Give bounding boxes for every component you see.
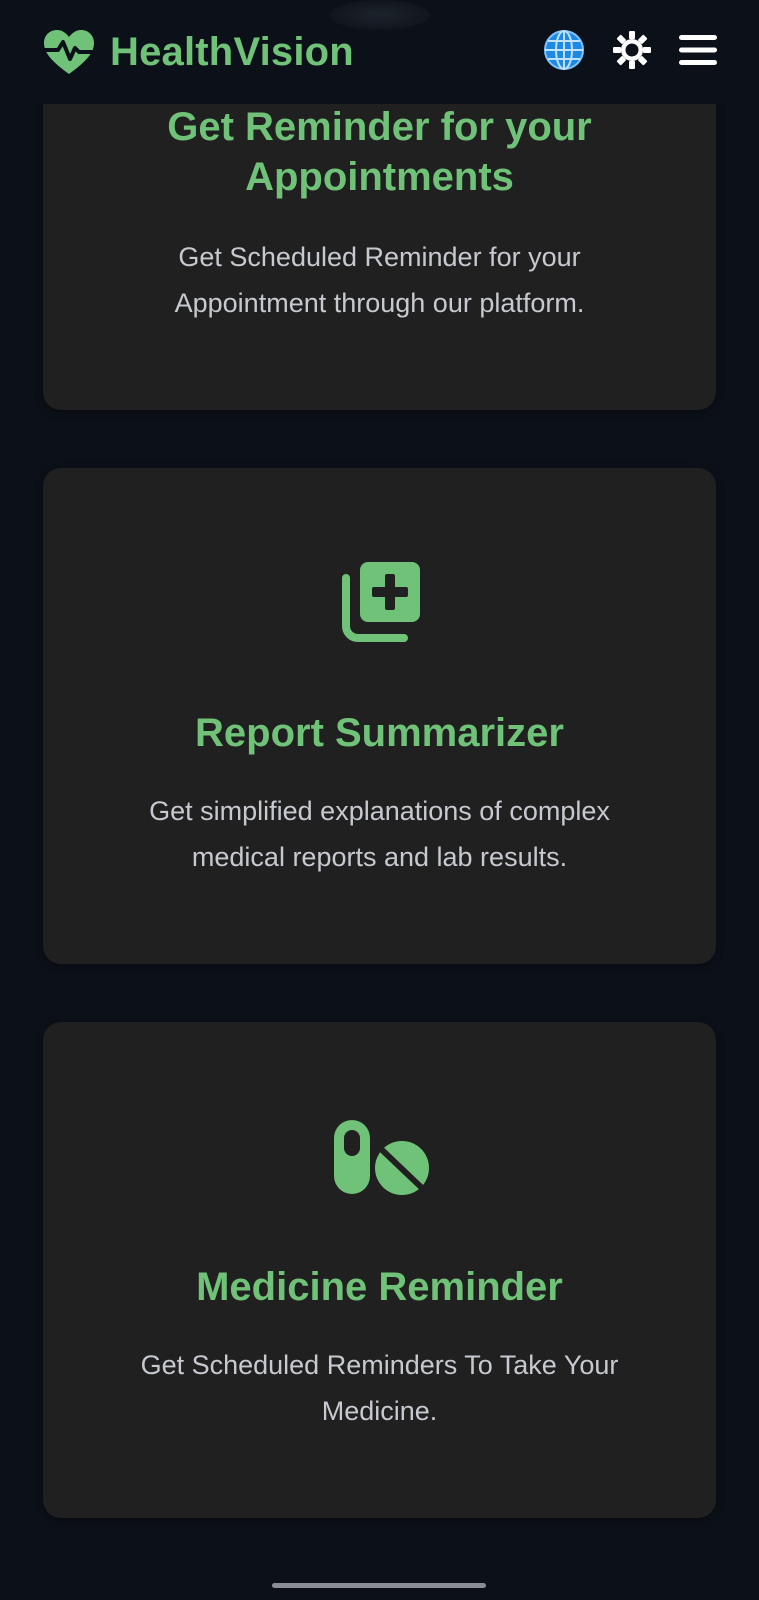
feature-card-medicine-reminder[interactable]: Medicine Reminder Get Scheduled Reminder… <box>43 1022 716 1518</box>
card-description: Get Scheduled Reminder for your Appointm… <box>174 242 585 318</box>
heart-pulse-icon <box>42 30 96 74</box>
sun-icon <box>613 31 651 69</box>
brand-name: HealthVision <box>110 29 354 74</box>
card-title: Report Summarizer <box>195 711 564 755</box>
theme-toggle-button[interactable] <box>608 26 656 74</box>
language-button[interactable] <box>540 26 588 74</box>
feature-card-report-summarizer[interactable]: Report Summarizer Get simplified explana… <box>43 468 716 964</box>
globe-icon <box>544 30 584 70</box>
menu-button[interactable] <box>674 26 722 74</box>
page: Get Reminder for your Appointments Get S… <box>0 0 759 1600</box>
hamburger-menu-icon <box>679 35 717 65</box>
card-description: Get simplified explanations of complex m… <box>149 796 610 872</box>
medical-report-icon <box>330 552 430 652</box>
app-header: HealthVision <box>0 0 759 104</box>
pills-icon <box>330 1106 430 1206</box>
brand[interactable]: HealthVision <box>42 24 354 80</box>
card-title: Get Reminder for your Appointments <box>167 105 592 199</box>
home-indicator[interactable] <box>272 1583 486 1588</box>
card-title: Medicine Reminder <box>196 1265 563 1309</box>
card-description: Get Scheduled Reminders To Take Your Med… <box>140 1350 619 1426</box>
feature-card-appointment-reminder[interactable]: Get Reminder for your Appointments Get S… <box>43 60 716 410</box>
